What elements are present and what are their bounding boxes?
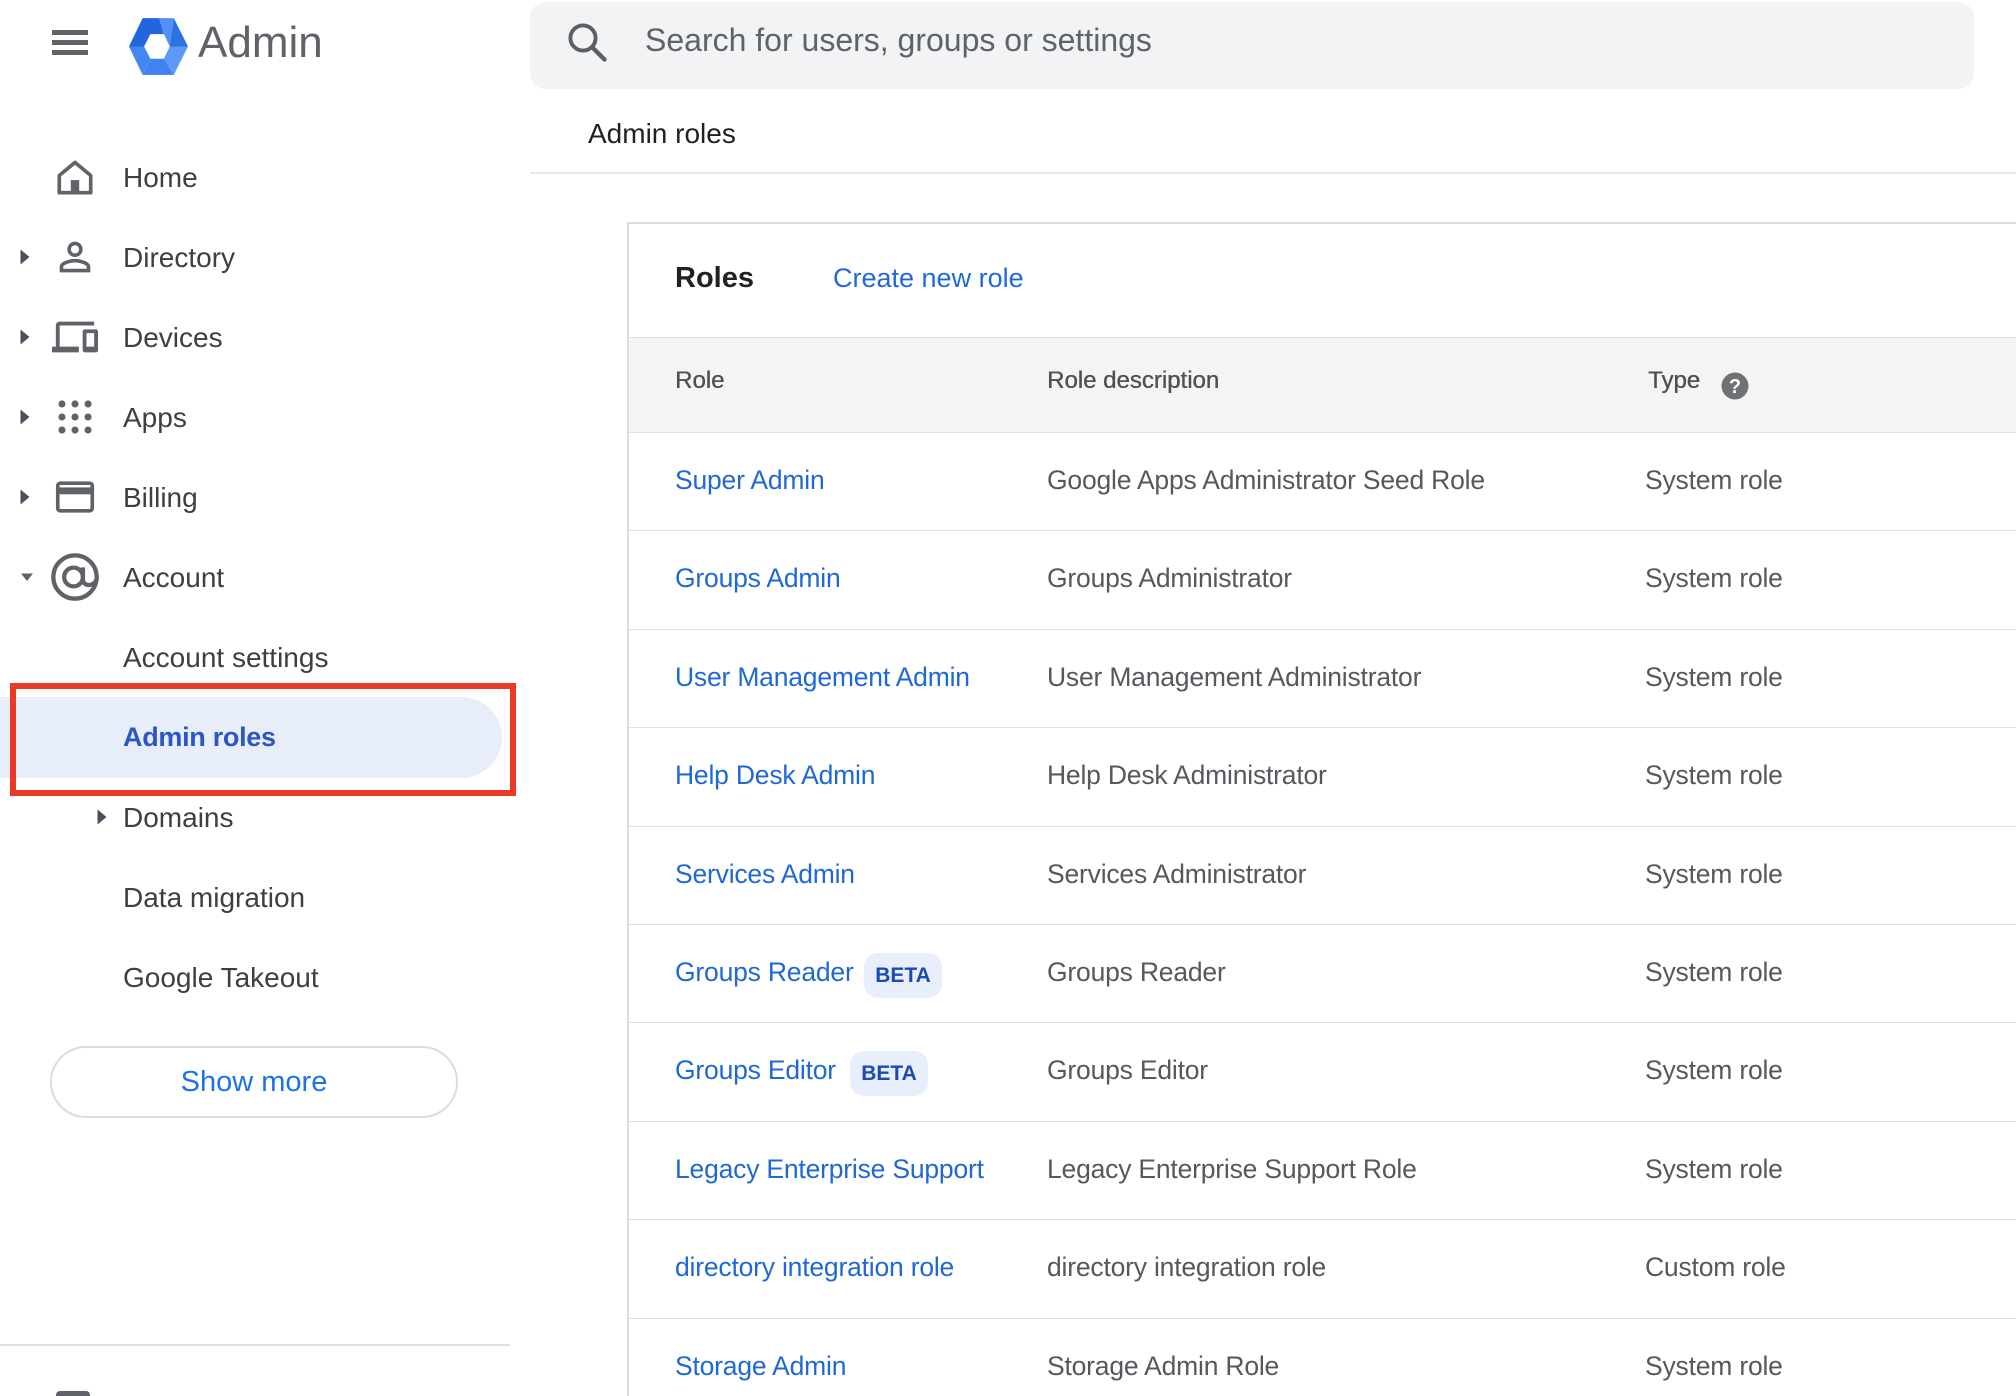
svg-text:?: ? bbox=[1729, 376, 1741, 398]
